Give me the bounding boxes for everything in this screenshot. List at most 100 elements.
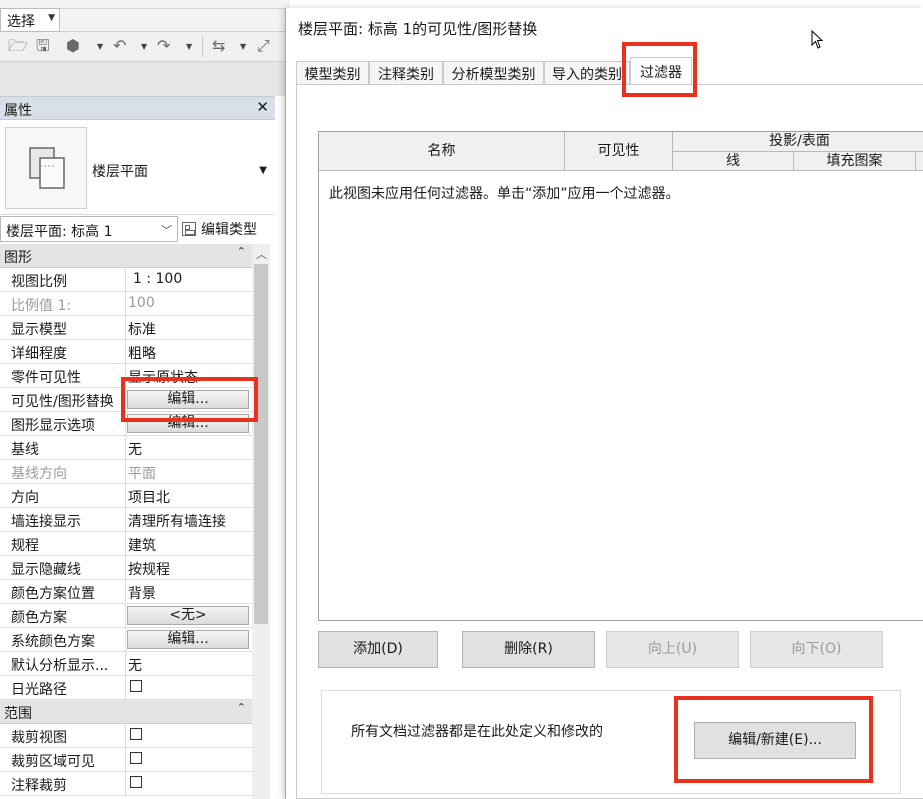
prop-row-discipline[interactable]: 规程 建筑 bbox=[0, 532, 252, 556]
prop-row-system-color-schemes[interactable]: 系统颜色方案 编辑... bbox=[0, 628, 252, 652]
prop-row-detail-level[interactable]: 详细程度 粗略 bbox=[0, 340, 252, 364]
vg-edit-button[interactable]: 编辑... bbox=[127, 390, 249, 409]
prop-key: 墙连接显示 bbox=[0, 508, 126, 531]
scroll-up-icon[interactable]: ︿ bbox=[256, 246, 267, 262]
scrollbar-thumb[interactable] bbox=[254, 264, 268, 624]
prop-key: 裁剪区域可见 bbox=[0, 748, 126, 771]
prop-row-underlay[interactable]: 基线无 bbox=[0, 436, 252, 460]
empty-filters-message: 此视图未应用任何过滤器。单击“添加”应用一个过滤器。 bbox=[329, 186, 680, 202]
prop-value[interactable]: 清理所有墙连接 bbox=[126, 508, 252, 531]
prop-row-color-scheme[interactable]: 颜色方案 <无> bbox=[0, 604, 252, 628]
column-header-projection: 投影/表面 bbox=[673, 132, 923, 152]
group-header-extents[interactable]: 范围 ⌃ bbox=[0, 700, 252, 724]
prop-value[interactable]: 显示原状态 bbox=[126, 364, 252, 387]
type-name: 楼层平面 bbox=[92, 164, 148, 180]
prop-row-annotation-crop[interactable]: 注释裁剪 bbox=[0, 772, 252, 796]
tab-imported-categories[interactable]: 导入的类别 bbox=[544, 61, 630, 85]
edit-type-icon bbox=[182, 222, 196, 236]
prop-row-graphic-display[interactable]: 图形显示选项 编辑... bbox=[0, 412, 252, 436]
system-color-edit-button[interactable]: 编辑... bbox=[127, 630, 249, 649]
properties-grid: 图形 ⌃ 视图比例 1 : 100 比例值 1: 100 显示模型 标准 详细程度 粗略… bbox=[0, 244, 252, 796]
prop-key: 默认分析显示... bbox=[0, 652, 126, 675]
delete-filter-button[interactable]: 删除(R) bbox=[462, 631, 595, 668]
properties-scrollbar[interactable]: ︿ bbox=[252, 244, 270, 799]
prop-row-display-model[interactable]: 显示模型 标准 bbox=[0, 316, 252, 340]
filters-tab-panel: 名称 可见性 投影/表面 线 填充图案 此视图未应用任何过滤器。单击“添加”应用… bbox=[296, 84, 923, 799]
prop-value[interactable]: 背景 bbox=[126, 580, 252, 603]
measure-icon[interactable]: ⇆ bbox=[212, 38, 225, 54]
crop-region-checkbox[interactable] bbox=[130, 752, 142, 764]
type-selector[interactable]: 楼层平面 ▼ bbox=[0, 121, 275, 215]
prop-key: 基线方向 bbox=[0, 460, 126, 483]
prop-value bbox=[126, 748, 252, 771]
collapse-icon[interactable]: ⌃ bbox=[237, 701, 246, 714]
color-scheme-button[interactable]: <无> bbox=[127, 606, 249, 625]
prop-row-orientation[interactable]: 方向 项目北 bbox=[0, 484, 252, 508]
prop-key: 日光路径 bbox=[0, 676, 126, 699]
prop-value[interactable]: 粗略 bbox=[126, 340, 252, 363]
view-instance-select[interactable]: 楼层平面: 标高 1 ﹀ bbox=[0, 216, 178, 242]
tab-label: 注释类别 bbox=[378, 67, 434, 83]
crop-view-checkbox[interactable] bbox=[130, 728, 142, 740]
prop-value[interactable]: 无 bbox=[126, 652, 252, 675]
prop-row-sun-path[interactable]: 日光路径 bbox=[0, 676, 252, 700]
prop-row-parts-visibility[interactable]: 零件可见性 显示原状态 bbox=[0, 364, 252, 388]
edit-type-label: 编辑类型 bbox=[201, 222, 257, 238]
prop-row-vg-overrides[interactable]: 可见性/图形替换 编辑... bbox=[0, 388, 252, 412]
column-header-patterns[interactable]: 填充图案 bbox=[794, 152, 916, 171]
prop-value[interactable]: 标准 bbox=[126, 316, 252, 339]
prop-value[interactable]: 项目北 bbox=[126, 484, 252, 507]
graphic-display-edit-button[interactable]: 编辑... bbox=[127, 414, 249, 433]
prop-value[interactable]: 1 : 100 bbox=[126, 268, 252, 291]
edit-new-filter-button[interactable]: 编辑/新建(E)... bbox=[694, 722, 856, 759]
undo-icon[interactable]: ↶ bbox=[113, 38, 126, 54]
group-header-graphics[interactable]: 图形 ⌃ bbox=[0, 244, 252, 268]
redo-icon[interactable]: ↷ bbox=[157, 38, 170, 54]
tab-filters[interactable]: 过滤器 bbox=[630, 57, 692, 86]
dimension-icon[interactable]: ⤢ bbox=[257, 38, 270, 54]
prop-key: 图形显示选项 bbox=[0, 412, 126, 435]
prop-row-underlay-orientation: 基线方向 平面 bbox=[0, 460, 252, 484]
chevron-down-icon[interactable]: ▼ bbox=[186, 42, 192, 51]
sync-icon[interactable]: ⬢ bbox=[66, 38, 80, 54]
prop-value[interactable]: 建筑 bbox=[126, 532, 252, 555]
open-icon[interactable]: 🗁 bbox=[8, 38, 28, 54]
select-dropdown[interactable]: 选择 ▼ bbox=[0, 8, 60, 32]
caret-down-icon[interactable]: ▼ bbox=[259, 165, 267, 176]
prop-value[interactable]: 按规程 bbox=[126, 556, 252, 579]
dialog-title: 楼层平面: 标高 1的可见性/图形替换 bbox=[298, 20, 538, 38]
prop-row-crop-region-visible[interactable]: 裁剪区域可见 bbox=[0, 748, 252, 772]
chevron-down-icon[interactable]: ▼ bbox=[97, 42, 103, 51]
tab-model-categories[interactable]: 模型类别 bbox=[296, 61, 369, 85]
ribbon-top-bar: 选择 ▼ bbox=[0, 0, 290, 32]
sun-path-checkbox[interactable] bbox=[130, 680, 142, 692]
move-up-button[interactable]: 向上(U) bbox=[606, 631, 739, 668]
chevron-down-icon[interactable]: ▼ bbox=[141, 42, 147, 51]
prop-value bbox=[126, 772, 252, 795]
chevron-down-icon[interactable]: ▼ bbox=[240, 42, 246, 51]
collapse-icon[interactable]: ⌃ bbox=[237, 245, 246, 258]
column-header-visibility[interactable]: 可见性 bbox=[565, 132, 673, 171]
add-filter-button[interactable]: 添加(D) bbox=[318, 631, 438, 668]
select-label: 选择 bbox=[7, 14, 35, 30]
prop-value[interactable]: 无 bbox=[126, 436, 252, 459]
prop-row-view-scale[interactable]: 视图比例 1 : 100 bbox=[0, 268, 252, 292]
view-instance-label: 楼层平面: 标高 1 bbox=[6, 224, 113, 240]
prop-row-crop-view[interactable]: 裁剪视图 bbox=[0, 724, 252, 748]
annotation-crop-checkbox[interactable] bbox=[130, 776, 142, 788]
prop-key: 裁剪视图 bbox=[0, 724, 126, 747]
close-icon[interactable]: ✕ bbox=[256, 98, 269, 116]
filters-table[interactable]: 名称 可见性 投影/表面 线 填充图案 此视图未应用任何过滤器。单击“添加”应用… bbox=[318, 131, 923, 621]
save-icon[interactable]: 🖫 bbox=[36, 38, 50, 54]
move-down-button[interactable]: 向下(O) bbox=[750, 631, 883, 668]
edit-type-button[interactable]: 编辑类型 bbox=[182, 216, 275, 242]
column-header-lines[interactable]: 线 bbox=[673, 152, 794, 171]
prop-row-color-scheme-location[interactable]: 颜色方案位置 背景 bbox=[0, 580, 252, 604]
tab-analytical-model-categories[interactable]: 分析模型类别 bbox=[443, 61, 544, 85]
prop-row-default-analysis[interactable]: 默认分析显示... 无 bbox=[0, 652, 252, 676]
prop-row-wall-join[interactable]: 墙连接显示 清理所有墙连接 bbox=[0, 508, 252, 532]
prop-row-hidden-lines[interactable]: 显示隐藏线 按规程 bbox=[0, 556, 252, 580]
group-name: 图形 bbox=[4, 250, 32, 266]
tab-annotation-categories[interactable]: 注释类别 bbox=[369, 61, 443, 85]
column-header-name[interactable]: 名称 bbox=[319, 132, 565, 171]
